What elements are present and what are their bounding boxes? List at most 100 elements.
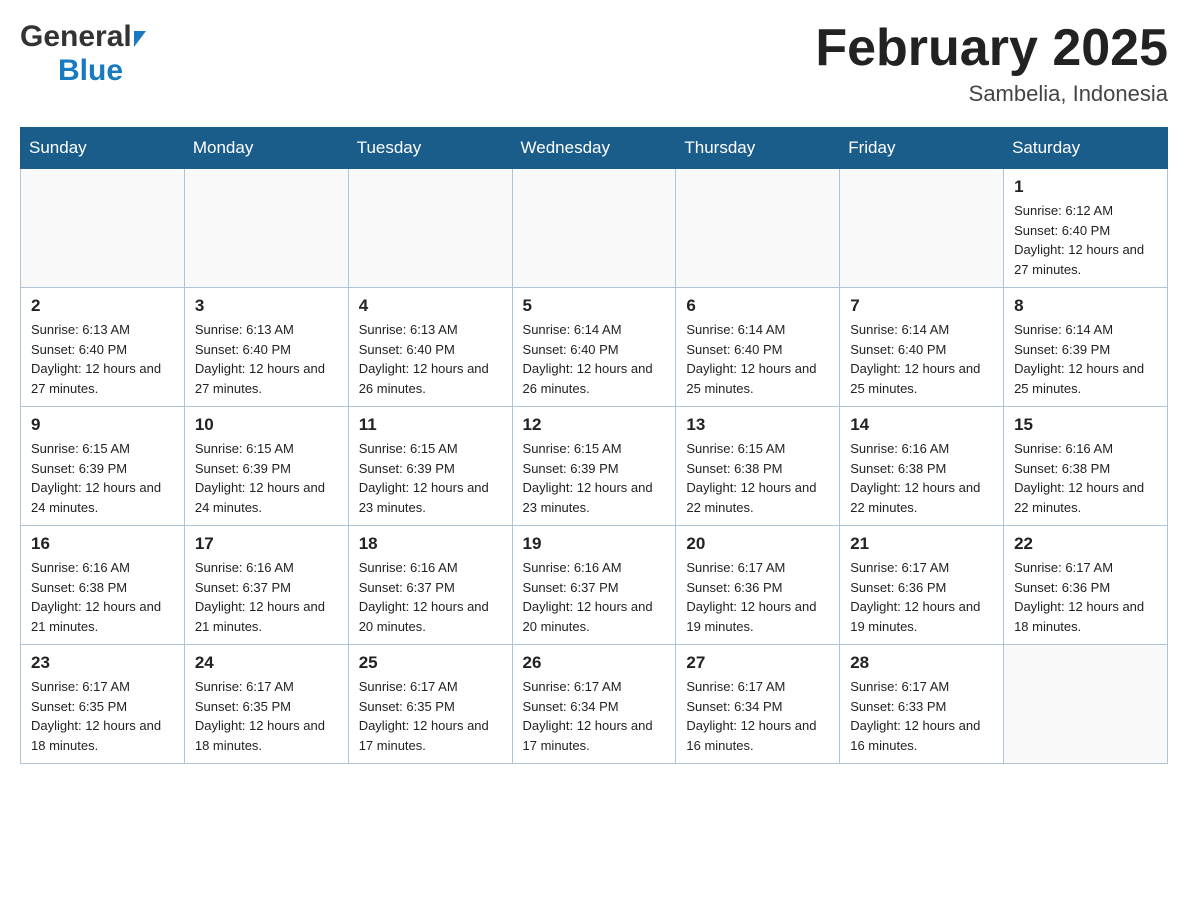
- day-info: Sunrise: 6:17 AM Sunset: 6:35 PM Dayligh…: [31, 677, 174, 755]
- table-row: 3 Sunrise: 6:13 AM Sunset: 6:40 PM Daylig…: [184, 288, 348, 407]
- day-info: Sunrise: 6:12 AM Sunset: 6:40 PM Dayligh…: [1014, 201, 1157, 279]
- day-number: 17: [195, 534, 338, 554]
- table-row: [1004, 645, 1168, 764]
- header-monday: Monday: [184, 128, 348, 169]
- day-number: 22: [1014, 534, 1157, 554]
- day-number: 10: [195, 415, 338, 435]
- table-row: 21 Sunrise: 6:17 AM Sunset: 6:36 PM Dayli…: [840, 526, 1004, 645]
- table-row: 1 Sunrise: 6:12 AM Sunset: 6:40 PM Daylig…: [1004, 169, 1168, 288]
- table-row: 20Sunrise: 6:17 AM Sunset: 6:36 PM Dayli…: [676, 526, 840, 645]
- location: Sambelia, Indonesia: [815, 81, 1168, 107]
- day-number: 9: [31, 415, 174, 435]
- header-tuesday: Tuesday: [348, 128, 512, 169]
- day-info: Sunrise: 6:15 AM Sunset: 6:38 PM Dayligh…: [686, 439, 829, 517]
- table-row: 5Sunrise: 6:14 AM Sunset: 6:40 PM Daylig…: [512, 288, 676, 407]
- header-friday: Friday: [840, 128, 1004, 169]
- day-number: 25: [359, 653, 502, 673]
- table-row: 18 Sunrise: 6:16 AM Sunset: 6:37 PM Dayli…: [348, 526, 512, 645]
- day-number: 18: [359, 534, 502, 554]
- table-row: 9 Sunrise: 6:15 AM Sunset: 6:39 PM Daylig…: [21, 407, 185, 526]
- table-row: 4 Sunrise: 6:13 AM Sunset: 6:40 PM Daylig…: [348, 288, 512, 407]
- table-row: 13 Sunrise: 6:15 AM Sunset: 6:38 PM Dayli…: [676, 407, 840, 526]
- table-row: 24Sunrise: 6:17 AM Sunset: 6:35 PM Dayli…: [184, 645, 348, 764]
- day-number: 8: [1014, 296, 1157, 316]
- calendar-table: Sunday Monday Tuesday Wednesday Thursday…: [20, 127, 1168, 764]
- table-row: 19 Sunrise: 6:16 AM Sunset: 6:37 PM Dayli…: [512, 526, 676, 645]
- table-row: [512, 169, 676, 288]
- day-info: Sunrise: 6:16 AM Sunset: 6:37 PM Dayligh…: [523, 558, 666, 636]
- table-row: 23 Sunrise: 6:17 AM Sunset: 6:35 PM Dayli…: [21, 645, 185, 764]
- title-area: February 2025 Sambelia, Indonesia: [815, 20, 1168, 107]
- week-row: 2 Sunrise: 6:13 AM Sunset: 6:40 PM Daylig…: [21, 288, 1168, 407]
- day-info: Sunrise: 6:16 AM Sunset: 6:38 PM Dayligh…: [1014, 439, 1157, 517]
- day-number: 4: [359, 296, 502, 316]
- day-number: 15: [1014, 415, 1157, 435]
- month-title: February 2025: [815, 20, 1168, 77]
- logo-general-text: General: [20, 20, 132, 54]
- day-info: Sunrise: 6:14 AM Sunset: 6:40 PM Dayligh…: [686, 320, 829, 398]
- logo: General Blue: [20, 20, 146, 88]
- table-row: 12Sunrise: 6:15 AM Sunset: 6:39 PM Dayli…: [512, 407, 676, 526]
- day-number: 16: [31, 534, 174, 554]
- day-info: Sunrise: 6:16 AM Sunset: 6:38 PM Dayligh…: [31, 558, 174, 636]
- table-row: [348, 169, 512, 288]
- day-info: Sunrise: 6:16 AM Sunset: 6:38 PM Dayligh…: [850, 439, 993, 517]
- table-row: 7Sunrise: 6:14 AM Sunset: 6:40 PM Daylig…: [840, 288, 1004, 407]
- day-number: 19: [523, 534, 666, 554]
- table-row: 15 Sunrise: 6:16 AM Sunset: 6:38 PM Dayli…: [1004, 407, 1168, 526]
- day-info: Sunrise: 6:17 AM Sunset: 6:36 PM Dayligh…: [850, 558, 993, 636]
- day-info: Sunrise: 6:17 AM Sunset: 6:34 PM Dayligh…: [523, 677, 666, 755]
- table-row: 8 Sunrise: 6:14 AM Sunset: 6:39 PM Daylig…: [1004, 288, 1168, 407]
- day-number: 7: [850, 296, 993, 316]
- day-info: Sunrise: 6:16 AM Sunset: 6:37 PM Dayligh…: [359, 558, 502, 636]
- day-info: Sunrise: 6:15 AM Sunset: 6:39 PM Dayligh…: [195, 439, 338, 517]
- day-number: 13: [686, 415, 829, 435]
- table-row: 27 Sunrise: 6:17 AM Sunset: 6:34 PM Dayli…: [676, 645, 840, 764]
- day-number: 14: [850, 415, 993, 435]
- day-info: Sunrise: 6:15 AM Sunset: 6:39 PM Dayligh…: [31, 439, 174, 517]
- table-row: 10 Sunrise: 6:15 AM Sunset: 6:39 PM Dayli…: [184, 407, 348, 526]
- logo-blue-text: Blue: [58, 54, 123, 87]
- table-row: 14 Sunrise: 6:16 AM Sunset: 6:38 PM Dayli…: [840, 407, 1004, 526]
- table-row: 17 Sunrise: 6:16 AM Sunset: 6:37 PM Dayli…: [184, 526, 348, 645]
- day-number: 21: [850, 534, 993, 554]
- day-number: 2: [31, 296, 174, 316]
- day-number: 6: [686, 296, 829, 316]
- logo-chevron-icon: [134, 31, 146, 47]
- header-wednesday: Wednesday: [512, 128, 676, 169]
- day-info: Sunrise: 6:13 AM Sunset: 6:40 PM Dayligh…: [195, 320, 338, 398]
- day-number: 12: [523, 415, 666, 435]
- day-info: Sunrise: 6:17 AM Sunset: 6:34 PM Dayligh…: [686, 677, 829, 755]
- day-number: 5: [523, 296, 666, 316]
- table-row: 26 Sunrise: 6:17 AM Sunset: 6:34 PM Dayli…: [512, 645, 676, 764]
- table-row: 28Sunrise: 6:17 AM Sunset: 6:33 PM Dayli…: [840, 645, 1004, 764]
- day-info: Sunrise: 6:17 AM Sunset: 6:36 PM Dayligh…: [686, 558, 829, 636]
- day-info: Sunrise: 6:17 AM Sunset: 6:35 PM Dayligh…: [359, 677, 502, 755]
- table-row: 11Sunrise: 6:15 AM Sunset: 6:39 PM Dayli…: [348, 407, 512, 526]
- day-number: 26: [523, 653, 666, 673]
- page-header: General Blue February 2025 Sambelia, Ind…: [20, 20, 1168, 107]
- week-row: 23 Sunrise: 6:17 AM Sunset: 6:35 PM Dayli…: [21, 645, 1168, 764]
- day-info: Sunrise: 6:17 AM Sunset: 6:36 PM Dayligh…: [1014, 558, 1157, 636]
- day-info: Sunrise: 6:16 AM Sunset: 6:37 PM Dayligh…: [195, 558, 338, 636]
- day-info: Sunrise: 6:13 AM Sunset: 6:40 PM Dayligh…: [359, 320, 502, 398]
- header-thursday: Thursday: [676, 128, 840, 169]
- day-number: 11: [359, 415, 502, 435]
- day-number: 3: [195, 296, 338, 316]
- day-number: 23: [31, 653, 174, 673]
- week-row: 9 Sunrise: 6:15 AM Sunset: 6:39 PM Daylig…: [21, 407, 1168, 526]
- header-saturday: Saturday: [1004, 128, 1168, 169]
- day-info: Sunrise: 6:17 AM Sunset: 6:33 PM Dayligh…: [850, 677, 993, 755]
- table-row: 25 Sunrise: 6:17 AM Sunset: 6:35 PM Dayli…: [348, 645, 512, 764]
- day-info: Sunrise: 6:14 AM Sunset: 6:39 PM Dayligh…: [1014, 320, 1157, 398]
- table-row: 6 Sunrise: 6:14 AM Sunset: 6:40 PM Daylig…: [676, 288, 840, 407]
- calendar-header-row: Sunday Monday Tuesday Wednesday Thursday…: [21, 128, 1168, 169]
- header-sunday: Sunday: [21, 128, 185, 169]
- week-row: 16 Sunrise: 6:16 AM Sunset: 6:38 PM Dayli…: [21, 526, 1168, 645]
- day-info: Sunrise: 6:17 AM Sunset: 6:35 PM Dayligh…: [195, 677, 338, 755]
- day-number: 1: [1014, 177, 1157, 197]
- table-row: 2 Sunrise: 6:13 AM Sunset: 6:40 PM Daylig…: [21, 288, 185, 407]
- day-number: 27: [686, 653, 829, 673]
- week-row: 1 Sunrise: 6:12 AM Sunset: 6:40 PM Daylig…: [21, 169, 1168, 288]
- day-info: Sunrise: 6:13 AM Sunset: 6:40 PM Dayligh…: [31, 320, 174, 398]
